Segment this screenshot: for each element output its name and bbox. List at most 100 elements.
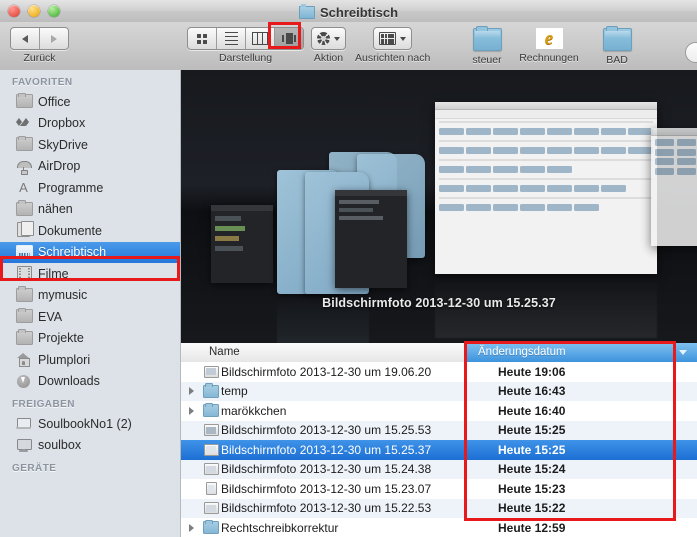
back-button[interactable] <box>11 28 40 49</box>
file-date: Heute 15:25 <box>498 442 566 457</box>
file-date: Heute 15:22 <box>498 501 566 516</box>
arrange-by-button[interactable] <box>373 27 412 50</box>
preview-caption: Bildschirmfoto 2013-12-30 um 15.25.37 <box>322 296 556 310</box>
sidebar-item-soulbox[interactable]: soulbox <box>0 435 180 457</box>
image-file-icon <box>201 502 221 515</box>
file-name: marökkchen <box>221 403 287 418</box>
view-label: Darstellung <box>218 52 273 64</box>
folder-icon <box>201 402 221 418</box>
disclosure-triangle[interactable] <box>181 523 201 532</box>
sidebar-item-dokumente[interactable]: Dokumente <box>0 220 180 242</box>
file-date: Heute 16:40 <box>498 403 566 418</box>
sidebar-item-label: soulbox <box>38 438 82 453</box>
back-forward-segmented[interactable] <box>10 27 69 50</box>
sidebar-item-label: mymusic <box>38 288 88 303</box>
search-field[interactable] <box>685 42 697 63</box>
toolbar-shortcut-bad[interactable]: BAD <box>589 25 645 66</box>
sidebar-item-office[interactable]: Office <box>0 91 180 113</box>
sidebar-item-airdrop[interactable]: AirDrop <box>0 156 180 178</box>
file-date: Heute 19:06 <box>498 364 566 379</box>
table-row[interactable]: Bildschirmfoto 2013-12-30 um 15.23.07 He… <box>181 479 697 499</box>
folder-icon <box>16 286 33 302</box>
preview-main-image <box>435 102 657 274</box>
documents-icon <box>16 221 34 238</box>
folder-icon <box>16 200 33 216</box>
sidebar-item-skydrive[interactable]: SkyDrive <box>0 134 180 156</box>
toolbar-shortcut-rechnungen[interactable]: e Rechnungen <box>519 28 579 64</box>
image-file-icon <box>201 424 221 437</box>
sidebar-item-mymusic[interactable]: mymusic <box>0 285 180 307</box>
column-view-button[interactable] <box>246 28 275 49</box>
file-date: Heute 16:43 <box>498 384 566 399</box>
sidebar-item-label: nähen <box>38 202 73 217</box>
sidebar-section-geraete: GERÄTE <box>12 463 57 474</box>
forward-button[interactable] <box>40 28 68 49</box>
sidebar-item-naehen[interactable]: nähen <box>0 199 180 221</box>
disclosure-triangle[interactable] <box>181 406 201 415</box>
file-name: Bildschirmfoto 2013-12-30 um 15.23.07 <box>221 481 432 496</box>
folder-icon <box>16 92 33 109</box>
file-date: Heute 15:25 <box>498 423 566 438</box>
folder-icon <box>16 135 33 152</box>
sidebar-item-soulbookno1[interactable]: SoulbookNo1 (2) <box>0 413 180 435</box>
folder-icon <box>602 25 632 51</box>
preview-thumbnail-middle <box>335 190 407 288</box>
sidebar-item-projekte[interactable]: Projekte <box>0 328 180 350</box>
table-row[interactable]: temp Heute 16:43 <box>181 381 697 401</box>
image-file-icon <box>201 365 221 378</box>
columns-icon <box>252 32 268 45</box>
sidebar-item-plumplori[interactable]: Plumplori <box>0 349 180 371</box>
coverflow-preview[interactable]: Bildschirmfoto 2013-12-30 um 15.25.37 <box>181 70 697 343</box>
view-mode-group: Darstellung <box>187 27 304 64</box>
column-header-date-label: Änderungsdatum <box>478 346 566 358</box>
window-title: Schreibtisch <box>319 4 399 20</box>
file-name: Bildschirmfoto 2013-12-30 um 15.24.38 <box>221 462 432 477</box>
list-column-headers: Name Änderungsdatum <box>181 343 697 363</box>
finder-window: Schreibtisch Zurück Darstellung Aktion A… <box>0 0 697 537</box>
table-row[interactable]: Bildschirmfoto 2013-12-30 um 15.25.37 He… <box>181 440 697 460</box>
list-view-button[interactable] <box>217 28 246 49</box>
chevron-left-icon <box>22 34 28 43</box>
navigation-group: Zurück <box>10 27 69 64</box>
toolbar-shortcut-steuer[interactable]: steuer <box>459 25 515 66</box>
image-file-icon <box>201 463 221 476</box>
chevron-right-icon <box>51 34 57 43</box>
table-row[interactable]: Bildschirmfoto 2013-12-30 um 15.24.38 He… <box>181 459 697 479</box>
column-header-name[interactable]: Name <box>181 343 466 362</box>
sidebar-item-label: Downloads <box>38 374 100 389</box>
column-header-date[interactable]: Änderungsdatum <box>466 343 697 362</box>
table-row[interactable]: Bildschirmfoto 2013-12-30 um 15.22.53 He… <box>181 498 697 518</box>
arrange-group: Ausrichten nach <box>355 27 430 64</box>
sidebar-item-filme[interactable]: Filme <box>0 263 180 285</box>
back-label: Zurück <box>23 52 56 64</box>
sidebar-item-dropbox[interactable]: Dropbox <box>0 113 180 135</box>
table-row[interactable]: Bildschirmfoto 2013-12-30 um 19.06.20 He… <box>181 362 697 382</box>
sidebar-item-downloads[interactable]: Downloads <box>0 371 180 393</box>
table-row[interactable]: Bildschirmfoto 2013-12-30 um 15.25.53 He… <box>181 420 697 440</box>
sidebar-item-programme[interactable]: A Programme <box>0 177 180 199</box>
sidebar-item-eva[interactable]: EVA <box>0 306 180 328</box>
icon-view-button[interactable] <box>188 28 217 49</box>
file-list[interactable]: Bildschirmfoto 2013-12-30 um 19.06.20 He… <box>181 362 697 537</box>
laptop-icon <box>16 417 32 430</box>
display-icon <box>16 438 32 452</box>
downloads-icon <box>16 374 31 388</box>
sidebar-item-label: Filme <box>38 266 69 281</box>
table-row[interactable]: Rechtschreibkorrektur Heute 12:59 <box>181 518 697 537</box>
view-mode-segmented[interactable] <box>187 27 304 50</box>
sidebar: FAVORITEN Office Dropbox SkyDrive AirDro… <box>0 70 181 537</box>
disclosure-triangle[interactable] <box>181 387 201 396</box>
window-title-bar-content: Schreibtisch <box>0 2 697 22</box>
sidebar-item-label: Dokumente <box>38 223 102 238</box>
sidebar-item-schreibtisch[interactable]: Schreibtisch <box>0 241 180 263</box>
folder-icon <box>201 519 221 535</box>
sidebar-item-label: AirDrop <box>38 159 81 174</box>
action-group: Aktion <box>311 27 346 64</box>
coverflow-view-button[interactable] <box>275 28 303 49</box>
folder-icon <box>16 307 33 324</box>
table-row[interactable]: marökkchen Heute 16:40 <box>181 401 697 421</box>
action-button[interactable] <box>311 27 346 50</box>
chevron-down-icon <box>399 36 406 41</box>
sidebar-section-freigaben: FREIGABEN <box>12 399 75 410</box>
action-label: Aktion <box>313 52 344 64</box>
